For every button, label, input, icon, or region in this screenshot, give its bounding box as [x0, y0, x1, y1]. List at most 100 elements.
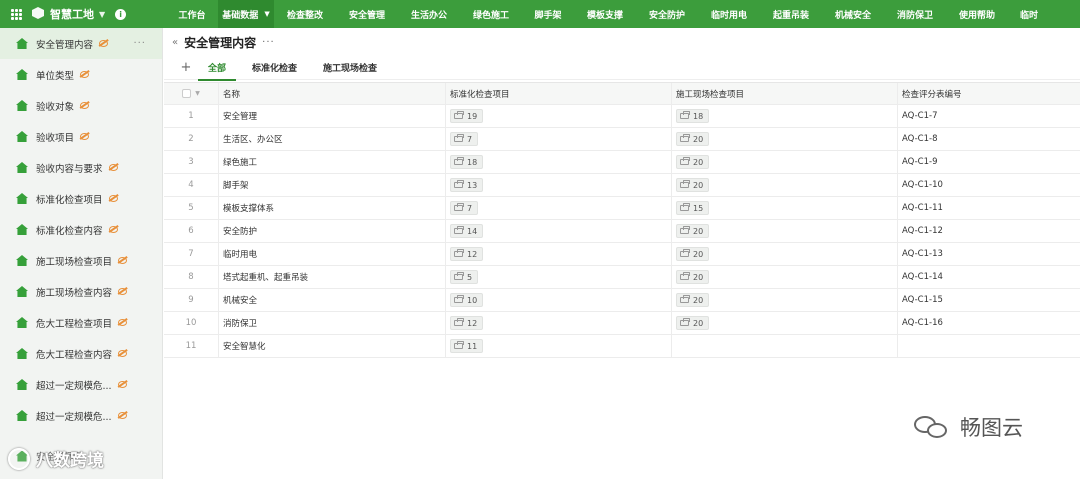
standard-items-cell[interactable]: 5 — [445, 266, 671, 288]
linked-records-chip[interactable]: 20 — [676, 270, 710, 284]
score-table-code-cell[interactable]: AQ-C1-7 — [897, 105, 1080, 127]
linked-records-chip[interactable]: 20 — [676, 316, 710, 330]
site-items-cell[interactable]: 20 — [671, 243, 897, 265]
name-cell[interactable]: 安全管理 — [218, 105, 445, 127]
sidebar-item[interactable]: 施工现场检查内容 — [0, 276, 162, 307]
nav-item[interactable]: 基础数据 ▼ — [218, 0, 274, 28]
table-row[interactable]: 10 消防保卫 12 20 AQ-C1-16 — [164, 312, 1080, 335]
linked-records-chip[interactable]: 5 — [450, 270, 479, 284]
standard-items-cell[interactable]: 14 — [445, 220, 671, 242]
linked-records-chip[interactable]: 15 — [676, 201, 710, 215]
column-header[interactable]: 检查评分表编号 — [897, 83, 1080, 104]
view-tab[interactable]: 全部 — [198, 56, 237, 81]
table-row[interactable]: 11 安全智慧化 11 — [164, 335, 1080, 358]
score-table-code-cell[interactable]: AQ-C1-14 — [897, 266, 1080, 288]
nav-item[interactable]: 绿色施工 — [460, 0, 522, 28]
sidebar-item[interactable]: 标准化检查项目 — [0, 183, 162, 214]
view-tab[interactable]: 施工现场检查 — [323, 56, 377, 80]
standard-items-cell[interactable]: 12 — [445, 312, 671, 334]
sidebar-item[interactable]: 危大工程检查内容 — [0, 338, 162, 369]
chevron-down-icon[interactable]: ▼ — [99, 10, 105, 19]
name-cell[interactable]: 安全智慧化 — [218, 335, 445, 357]
nav-item[interactable]: 安全管理 — [336, 0, 398, 28]
column-header[interactable]: 施工现场检查项目 — [671, 83, 897, 104]
linked-records-chip[interactable]: 20 — [676, 224, 710, 238]
site-items-cell[interactable]: 20 — [671, 151, 897, 173]
nav-item[interactable]: 使用帮助 — [946, 0, 1008, 28]
linked-records-chip[interactable]: 18 — [676, 109, 710, 123]
table-row[interactable]: 5 模板支撑体系 7 15 AQ-C1-11 — [164, 197, 1080, 220]
site-items-cell[interactable]: 20 — [671, 128, 897, 150]
app-grid-icon[interactable] — [0, 0, 32, 28]
site-items-cell[interactable]: 20 — [671, 220, 897, 242]
column-header[interactable]: 标准化检查项目 — [445, 83, 671, 104]
sidebar-item[interactable]: 验收对象 — [0, 90, 162, 121]
name-cell[interactable]: 模板支撑体系 — [218, 197, 445, 219]
score-table-code-cell[interactable]: AQ-C1-10 — [897, 174, 1080, 196]
collapse-sidebar-icon[interactable]: « — [172, 37, 178, 48]
score-table-code-cell[interactable]: AQ-C1-15 — [897, 289, 1080, 311]
info-icon[interactable]: i — [115, 8, 127, 20]
linked-records-chip[interactable]: 12 — [450, 247, 484, 261]
chevron-down-icon[interactable]: ▼ — [195, 90, 200, 97]
name-cell[interactable]: 临时用电 — [218, 243, 445, 265]
site-items-cell[interactable]: 20 — [671, 266, 897, 288]
linked-records-chip[interactable]: 20 — [676, 178, 710, 192]
select-all-cell[interactable]: ▼ — [164, 83, 218, 104]
score-table-code-cell[interactable]: AQ-C1-16 — [897, 312, 1080, 334]
name-cell[interactable]: 塔式起重机、起重吊装 — [218, 266, 445, 288]
table-row[interactable]: 8 塔式起重机、起重吊装 5 20 AQ-C1-14 — [164, 266, 1080, 289]
more-options-icon[interactable]: ··· — [262, 37, 275, 48]
table-row[interactable]: 6 安全防护 14 20 AQ-C1-12 — [164, 220, 1080, 243]
linked-records-chip[interactable]: 12 — [450, 316, 484, 330]
table-row[interactable]: 9 机械安全 10 20 AQ-C1-15 — [164, 289, 1080, 312]
site-items-cell[interactable]: 20 — [671, 312, 897, 334]
standard-items-cell[interactable]: 13 — [445, 174, 671, 196]
sidebar-item[interactable]: 施工现场检查项目 — [0, 245, 162, 276]
score-table-code-cell[interactable]: AQ-C1-13 — [897, 243, 1080, 265]
linked-records-chip[interactable]: 7 — [450, 132, 479, 146]
standard-items-cell[interactable]: 11 — [445, 335, 671, 357]
sidebar-item[interactable]: 超过一定规模危... — [0, 400, 162, 431]
nav-item[interactable]: 检查整改 — [274, 0, 336, 28]
table-row[interactable]: 3 绿色施工 18 20 AQ-C1-9 — [164, 151, 1080, 174]
sidebar-item[interactable]: 危大工程检查项目 — [0, 307, 162, 338]
linked-records-chip[interactable]: 20 — [676, 155, 710, 169]
linked-records-chip[interactable]: 20 — [676, 293, 710, 307]
site-items-cell[interactable]: 18 — [671, 105, 897, 127]
score-table-code-cell[interactable]: AQ-C1-12 — [897, 220, 1080, 242]
add-view-button[interactable]: + — [164, 60, 208, 75]
score-table-code-cell[interactable]: AQ-C1-8 — [897, 128, 1080, 150]
score-table-code-cell[interactable]: AQ-C1-9 — [897, 151, 1080, 173]
site-items-cell[interactable]: 15 — [671, 197, 897, 219]
linked-records-chip[interactable]: 19 — [450, 109, 484, 123]
nav-item[interactable]: 安全防护 — [636, 0, 698, 28]
linked-records-chip[interactable]: 10 — [450, 293, 484, 307]
sidebar-item[interactable]: 验收项目 — [0, 121, 162, 152]
table-row[interactable]: 7 临时用电 12 20 AQ-C1-13 — [164, 243, 1080, 266]
select-all-checkbox[interactable] — [182, 89, 192, 98]
sidebar-more-icon[interactable]: ··· — [133, 38, 146, 49]
site-items-cell[interactable] — [671, 335, 897, 357]
nav-item[interactable]: 临时 — [1008, 0, 1050, 28]
nav-item[interactable]: 生活办公 — [398, 0, 460, 28]
nav-item[interactable]: 起重吊装 — [760, 0, 822, 28]
linked-records-chip[interactable]: 11 — [450, 339, 484, 353]
standard-items-cell[interactable]: 19 — [445, 105, 671, 127]
score-table-code-cell[interactable] — [897, 335, 1080, 357]
name-cell[interactable]: 生活区、办公区 — [218, 128, 445, 150]
view-tab[interactable]: 标准化检查 — [252, 56, 297, 80]
table-row[interactable]: 2 生活区、办公区 7 20 AQ-C1-8 — [164, 128, 1080, 151]
standard-items-cell[interactable]: 12 — [445, 243, 671, 265]
column-header[interactable]: 名称 — [218, 83, 445, 104]
linked-records-chip[interactable]: 13 — [450, 178, 484, 192]
standard-items-cell[interactable]: 7 — [445, 128, 671, 150]
sidebar-item[interactable]: 验收内容与要求 — [0, 152, 162, 183]
linked-records-chip[interactable]: 20 — [676, 132, 710, 146]
name-cell[interactable]: 机械安全 — [218, 289, 445, 311]
linked-records-chip[interactable]: 18 — [450, 155, 484, 169]
sidebar-item[interactable]: 安全管理内容 ··· — [0, 28, 162, 59]
nav-item[interactable]: 脚手架 — [522, 0, 574, 28]
nav-item[interactable]: 临时用电 — [698, 0, 760, 28]
sidebar-item[interactable]: 超过一定规模危... — [0, 369, 162, 400]
